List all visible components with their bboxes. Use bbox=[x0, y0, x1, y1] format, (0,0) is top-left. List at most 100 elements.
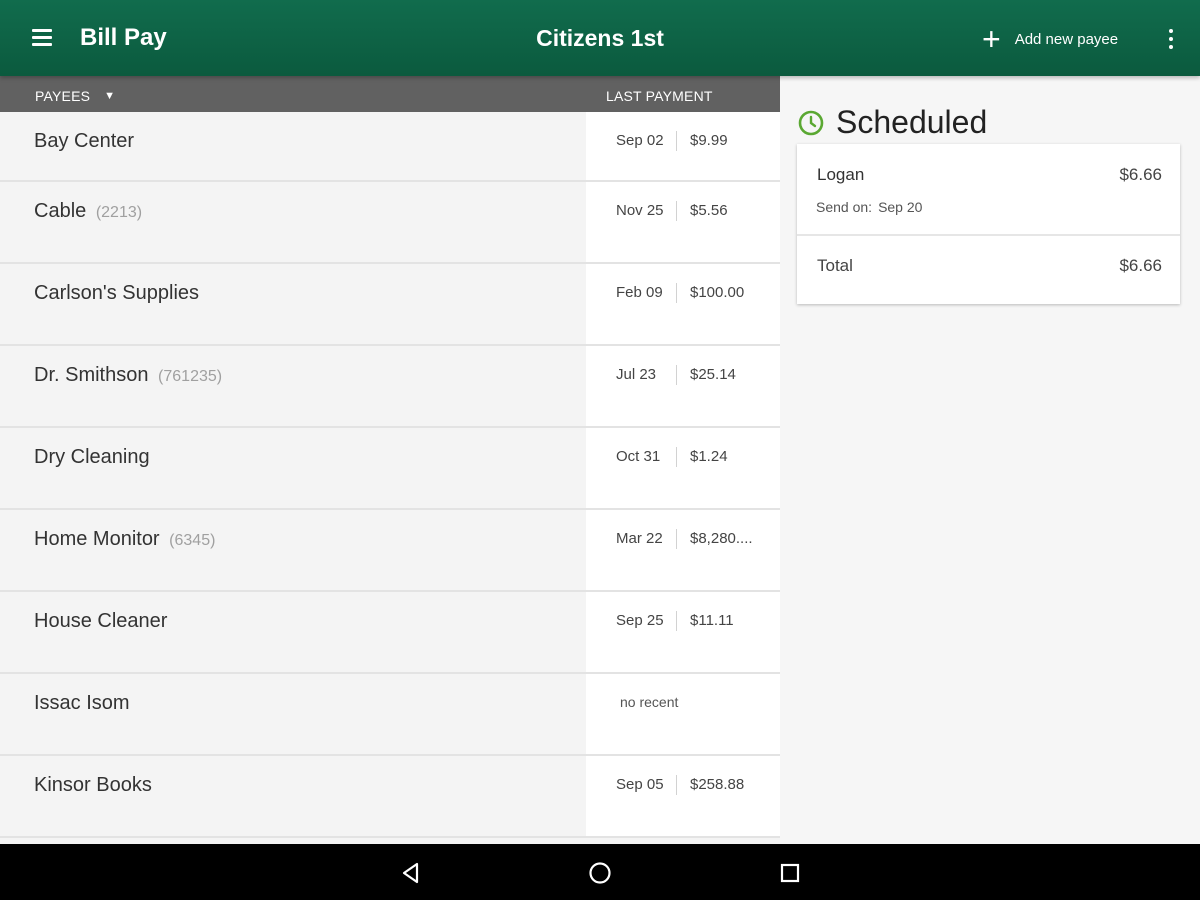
divider bbox=[676, 529, 677, 549]
app-title: Bill Pay bbox=[80, 24, 167, 51]
home-circle-icon[interactable] bbox=[585, 858, 615, 888]
payee-name-line: Dr. Smithson (761235) bbox=[34, 346, 222, 406]
send-on-label: Send on: bbox=[816, 199, 873, 215]
payee-cell: Dr. Smithson (761235) bbox=[0, 346, 586, 426]
last-payment-amount: $100.00 bbox=[690, 284, 745, 301]
last-payment-amount: $1.24 bbox=[690, 448, 728, 465]
last-payment-cell: Sep 05 $258.88 bbox=[586, 756, 780, 836]
last-payment-date: Jul 23 bbox=[616, 366, 657, 383]
payee-name-line: House Cleaner bbox=[34, 592, 167, 650]
payee-name-line: Cable (2213) bbox=[34, 182, 142, 242]
total-label: Total bbox=[817, 256, 853, 275]
payee-name: House Cleaner bbox=[34, 610, 168, 632]
payee-row[interactable]: Bay Center Sep 02 $9.99 bbox=[0, 112, 780, 182]
payee-name-line: Bay Center bbox=[34, 112, 134, 170]
caret-down-icon: ▼ bbox=[104, 90, 116, 102]
payee-list-pane: PAYEES ▼ LAST PAYMENT Bay Center Sep 02 $9… bbox=[0, 76, 780, 844]
payees-sort-button[interactable]: PAYEES ▼ bbox=[35, 88, 115, 104]
payee-account-number: (2213) bbox=[95, 204, 143, 221]
payee-cell: Cable (2213) bbox=[0, 182, 586, 262]
payee-name-line: Issac Isom bbox=[34, 674, 130, 732]
payee-name: Kinsor Books bbox=[34, 774, 152, 796]
payee-name: Carlson's Supplies bbox=[34, 282, 200, 304]
last-payment-cell: Sep 02 $9.99 bbox=[586, 112, 780, 180]
scheduled-pane: Scheduled Logan $6.66 Send on: Sep 20 Tot… bbox=[780, 76, 1200, 844]
no-recent-payment: no recent bbox=[620, 694, 679, 710]
scheduled-payee-name: Logan bbox=[817, 165, 865, 184]
last-payment-date: Nov 25 bbox=[616, 202, 664, 219]
scheduled-heading: Scheduled bbox=[836, 104, 988, 140]
divider bbox=[676, 365, 677, 385]
divider bbox=[676, 447, 677, 467]
scheduled-payment-item[interactable]: Logan $6.66 Send on: Sep 20 bbox=[797, 144, 1180, 236]
more-vertical-icon[interactable] bbox=[1160, 24, 1182, 54]
scheduled-header: Scheduled bbox=[798, 104, 987, 141]
payee-cell: Kinsor Books bbox=[0, 756, 586, 836]
divider bbox=[676, 131, 677, 151]
payee-name: Bay Center bbox=[34, 130, 135, 152]
divider bbox=[676, 611, 677, 631]
payee-row[interactable]: House Cleaner Sep 25 $11.11 bbox=[0, 592, 780, 674]
add-new-payee-button[interactable]: + Add new payee bbox=[982, 23, 1119, 55]
recents-square-icon[interactable] bbox=[775, 858, 805, 888]
send-on-date: Sep 20 bbox=[878, 199, 923, 215]
payee-row[interactable]: Cable (2213) Nov 25 $5.56 bbox=[0, 182, 780, 264]
list-header: PAYEES ▼ LAST PAYMENT bbox=[0, 76, 780, 112]
clock-icon bbox=[798, 110, 824, 135]
back-triangle-icon[interactable] bbox=[396, 858, 426, 888]
system-navigation-bar bbox=[0, 844, 1200, 900]
last-payment-cell: Mar 22 $8,280.... bbox=[586, 510, 780, 590]
payee-name-line: Carlson's Supplies bbox=[34, 264, 199, 322]
last-payment-date: Mar 22 bbox=[616, 530, 663, 547]
scheduled-amount: $6.66 bbox=[1119, 165, 1162, 184]
payee-account-number: (761235) bbox=[158, 368, 223, 385]
payee-row[interactable]: Carlson's Supplies Feb 09 $100.00 bbox=[0, 264, 780, 346]
last-payment-cell: no recent bbox=[586, 674, 780, 754]
scheduled-card: Logan $6.66 Send on: Sep 20 Total $6.66 bbox=[797, 144, 1180, 304]
payee-name: Cable bbox=[34, 200, 87, 222]
payee-rows: Bay Center Sep 02 $9.99 Cable (2213) Nov 25 $… bbox=[0, 112, 780, 838]
payee-name-line: Home Monitor (6345) bbox=[34, 510, 215, 570]
last-payment-cell: Nov 25 $5.56 bbox=[586, 182, 780, 262]
payees-column-label: PAYEES bbox=[35, 88, 91, 104]
last-payment-amount: $8,280.... bbox=[690, 530, 753, 547]
last-payment-cell: Oct 31 $1.24 bbox=[586, 428, 780, 508]
last-payment-date: Sep 25 bbox=[616, 612, 664, 629]
last-payment-date: Sep 02 bbox=[616, 132, 664, 149]
payee-name: Dr. Smithson bbox=[34, 364, 149, 386]
payee-name-line: Dry Cleaning bbox=[34, 428, 150, 486]
payee-name: Dry Cleaning bbox=[34, 446, 150, 468]
payee-name: Home Monitor bbox=[34, 528, 160, 550]
add-new-payee-label: Add new payee bbox=[1014, 30, 1119, 48]
payee-row[interactable]: Home Monitor (6345) Mar 22 $8,280.... bbox=[0, 510, 780, 592]
payee-row[interactable]: Kinsor Books Sep 05 $258.88 bbox=[0, 756, 780, 838]
divider bbox=[676, 283, 677, 303]
payee-cell: Home Monitor (6345) bbox=[0, 510, 586, 590]
payee-row[interactable]: Dr. Smithson (761235) Jul 23 $25.14 bbox=[0, 346, 780, 428]
divider bbox=[676, 775, 677, 795]
last-payment-amount: $11.11 bbox=[690, 612, 734, 629]
total-amount: $6.66 bbox=[1119, 256, 1162, 275]
last-payment-date: Oct 31 bbox=[616, 448, 661, 465]
payee-cell: House Cleaner bbox=[0, 592, 586, 672]
hamburger-menu-icon[interactable] bbox=[28, 24, 56, 52]
payee-row[interactable]: Issac Isom no recent bbox=[0, 674, 780, 756]
payee-cell: Carlson's Supplies bbox=[0, 264, 586, 344]
payee-cell: Bay Center bbox=[0, 112, 586, 180]
payee-account-number: (6345) bbox=[169, 532, 216, 549]
payee-row[interactable]: Dry Cleaning Oct 31 $1.24 bbox=[0, 428, 780, 510]
last-payment-column-label: LAST PAYMENT bbox=[606, 88, 713, 104]
payee-name: Issac Isom bbox=[34, 692, 130, 714]
last-payment-amount: $25.14 bbox=[690, 366, 736, 383]
last-payment-cell: Jul 23 $25.14 bbox=[586, 346, 780, 426]
last-payment-cell: Sep 25 $11.11 bbox=[586, 592, 780, 672]
last-payment-amount: $9.99 bbox=[690, 132, 728, 149]
payee-name-line: Kinsor Books bbox=[34, 756, 152, 814]
last-payment-date: Sep 05 bbox=[616, 776, 664, 793]
last-payment-cell: Feb 09 $100.00 bbox=[586, 264, 780, 344]
payee-cell: Dry Cleaning bbox=[0, 428, 586, 508]
send-on-line: Send on: Sep 20 bbox=[816, 199, 922, 215]
last-payment-amount: $258.88 bbox=[690, 776, 745, 793]
payee-cell: Issac Isom bbox=[0, 674, 586, 754]
app-bar: Bill Pay Citizens 1st + Add new payee bbox=[0, 0, 1200, 76]
